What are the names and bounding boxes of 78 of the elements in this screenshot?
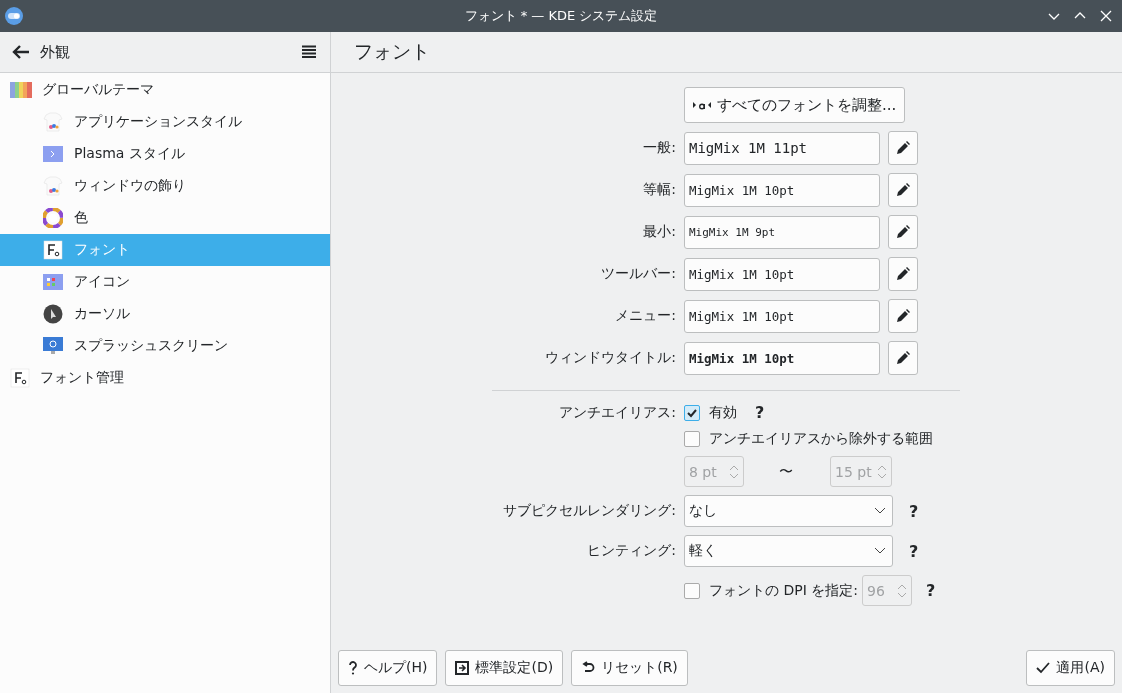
edit-button[interactable] — [888, 215, 918, 249]
color-wheel-icon — [43, 208, 63, 228]
help-button[interactable]: ヘルプ(H) — [338, 650, 438, 686]
checkbox[interactable] — [684, 431, 700, 447]
font-icon — [10, 368, 30, 388]
page-title: フォント — [354, 39, 430, 64]
reset-button[interactable]: リセット(R) — [571, 650, 688, 686]
checkbox-label: フォントの DPI を指定: — [709, 581, 858, 600]
field-label: ヒンティング: — [586, 542, 677, 560]
checkbox-label: 有効 — [709, 403, 737, 422]
sidebar-item[interactable]: スプラッシュスクリーン — [0, 330, 330, 362]
font-field[interactable]: MigMix 1M 10pt — [684, 341, 880, 375]
pencil-icon — [896, 183, 910, 197]
pencil-icon — [896, 267, 910, 281]
edit-button[interactable] — [888, 341, 918, 375]
font-field[interactable]: MigMix 1M 10pt — [684, 299, 880, 333]
window-title: フォント * — KDE システム設定 — [464, 7, 658, 25]
theme-palette-icon — [10, 82, 32, 98]
menu-icon[interactable] — [302, 45, 316, 59]
checkbox-label: アンチエイリアスから除外する範囲 — [709, 430, 933, 448]
font-field[interactable]: MigMix 1M 11pt — [684, 131, 880, 165]
font-icon — [43, 240, 63, 260]
icon-grid-icon — [43, 272, 63, 292]
sidebar-item[interactable]: グローバルテーマ — [0, 74, 330, 106]
font-field[interactable]: MigMix 1M 10pt — [684, 173, 880, 207]
sidebar-item[interactable]: アプリケーションスタイル — [0, 106, 330, 138]
font-field[interactable]: MigMix 1M 10pt — [684, 257, 880, 291]
help-mark[interactable]: ? — [909, 541, 919, 561]
field-label: サブピクセルレンダリング: — [502, 502, 677, 520]
cursor-icon — [43, 304, 63, 324]
field-label: 等幅: — [642, 181, 677, 199]
desktop-icon — [43, 144, 63, 164]
edit-button[interactable] — [888, 299, 918, 333]
font-size-icon — [693, 100, 711, 110]
checkbox[interactable] — [684, 582, 700, 599]
sidebar-item[interactable]: カーソル — [0, 298, 330, 330]
dropdown[interactable]: 軽く — [684, 535, 893, 567]
field-label: 一般: — [642, 139, 677, 157]
close-icon[interactable] — [1100, 10, 1112, 22]
help-mark[interactable]: ? — [909, 501, 919, 521]
edit-button[interactable] — [888, 257, 918, 291]
apply-button[interactable]: 適用(A) — [1026, 650, 1115, 686]
edit-button[interactable] — [888, 131, 918, 165]
category-title: 外観 — [40, 42, 70, 62]
adjust-all-fonts-button[interactable]: すべてのフォントを調整... — [684, 87, 906, 123]
monitor-icon — [43, 336, 63, 356]
sidebar-item[interactable]: ウィンドウの飾り — [0, 170, 330, 202]
chevron-down-icon — [874, 547, 886, 555]
checkmark-icon — [1036, 661, 1051, 675]
sidebar-item[interactable]: アイコン — [0, 266, 330, 298]
help-icon — [348, 661, 358, 675]
help-mark[interactable]: ? — [755, 403, 765, 422]
field-label: ウィンドウタイトル: — [544, 349, 677, 367]
pencil-icon — [896, 141, 910, 155]
checkbox[interactable] — [684, 404, 700, 421]
field-label: ツールバー: — [600, 265, 677, 283]
field-label: アンチエイリアス: — [558, 403, 677, 422]
chevron-down-icon — [874, 507, 886, 515]
undo-icon — [581, 661, 596, 675]
dropdown[interactable]: なし — [684, 495, 893, 527]
field-label: メニュー: — [614, 307, 677, 325]
toggle-app-icon — [4, 6, 24, 26]
back-arrow-icon[interactable] — [12, 44, 30, 60]
shirt-icon — [43, 112, 63, 132]
font-field[interactable]: MigMix 1M 9pt — [684, 215, 880, 249]
pencil-icon — [896, 225, 910, 239]
pencil-icon — [896, 309, 910, 323]
help-mark[interactable]: ? — [925, 581, 936, 600]
field-label: 最小: — [642, 223, 677, 241]
pencil-icon — [896, 351, 910, 365]
sidebar-item[interactable]: 色 — [0, 202, 330, 234]
sidebar-item[interactable]: フォント管理 — [0, 362, 330, 394]
edit-button[interactable] — [888, 173, 918, 207]
range-separator: 〜 — [779, 462, 793, 481]
sidebar-item[interactable]: Plasma スタイル — [0, 138, 330, 170]
defaults-icon — [455, 661, 470, 675]
shirt-icon — [43, 176, 63, 196]
defaults-button[interactable]: 標準設定(D) — [445, 650, 564, 686]
